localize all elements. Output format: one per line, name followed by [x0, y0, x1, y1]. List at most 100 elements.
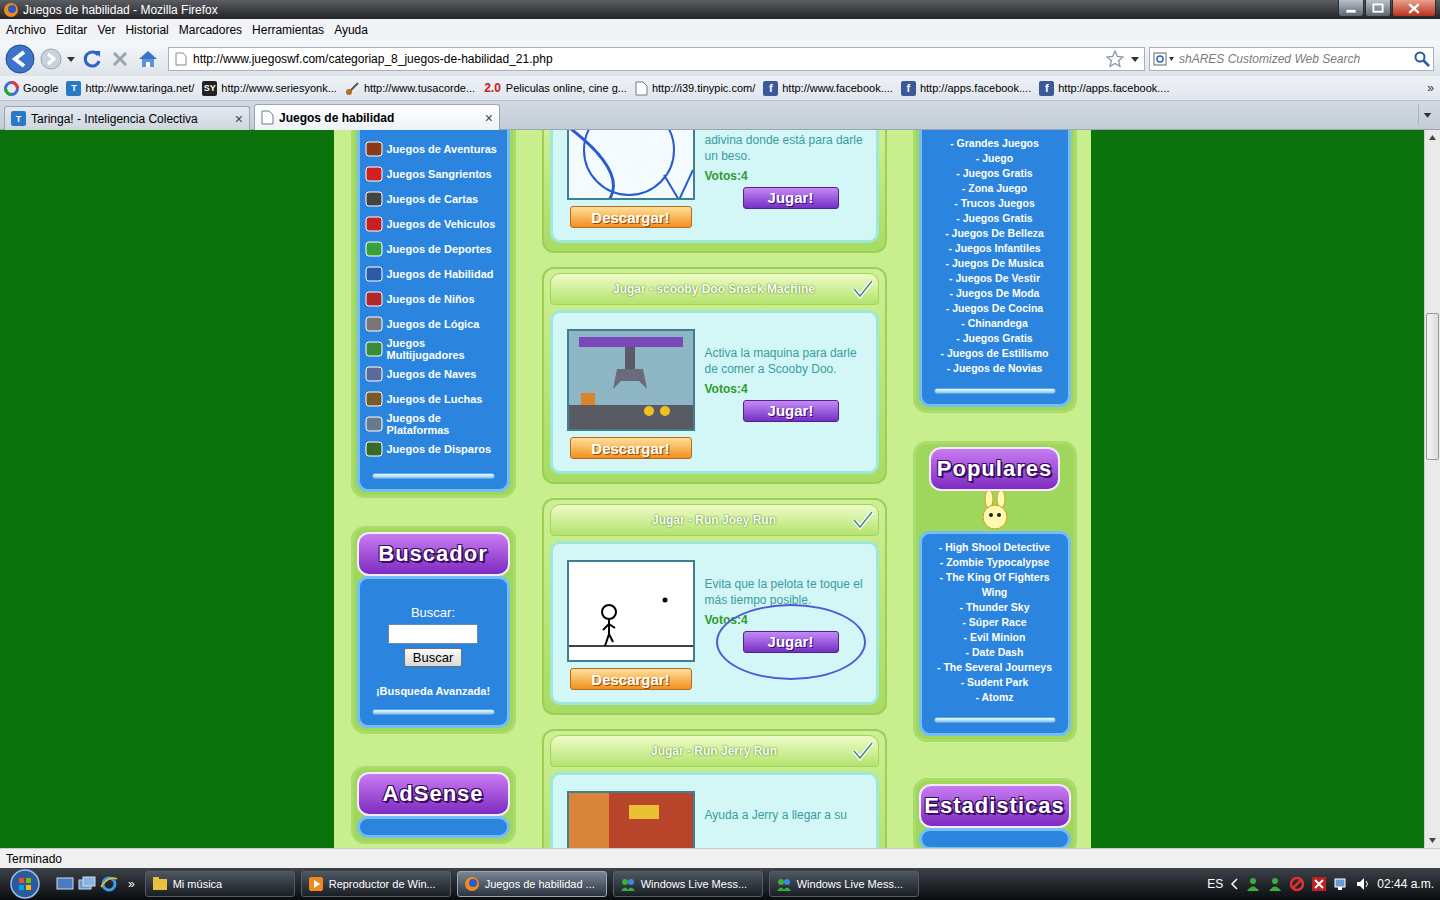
search-field[interactable]	[1179, 52, 1410, 66]
messenger-tray-icon[interactable]	[1267, 876, 1283, 892]
taskbar-button[interactable]: Windows Live Mess...	[769, 871, 919, 897]
category-label[interactable]: Juegos de Disparos	[387, 443, 492, 455]
download-button[interactable]: Descargar!	[570, 206, 692, 228]
partner-link[interactable]: - Chinandega	[926, 316, 1064, 331]
scroll-up-icon[interactable]	[1425, 130, 1440, 146]
bookmark[interactable]: fhttp://apps.facebook....	[1039, 81, 1169, 96]
bookmark-label[interactable]: http://www.tusacorde...	[364, 82, 475, 94]
taskbar-label[interactable]: Mi música	[173, 878, 223, 890]
advanced-search-link[interactable]: ¡Busqueda Avanzada!	[376, 685, 490, 697]
popular-game-link[interactable]: - Evil Minion	[926, 630, 1064, 645]
back-icon[interactable]	[4, 43, 36, 75]
bookmark-label[interactable]: http://i39.tinypic.com/	[652, 82, 755, 94]
scrollbar-thumb[interactable]	[1426, 313, 1439, 460]
category-link[interactable]: Juegos de Habilidad	[364, 261, 503, 286]
show-desktop-icon[interactable]	[56, 876, 74, 892]
bookmarks-overflow[interactable]: »	[1427, 81, 1434, 95]
popular-game-link[interactable]: - Sudent Park	[926, 675, 1064, 690]
partner-link[interactable]: - Zona Juego	[926, 181, 1064, 196]
taskbar-label[interactable]: Windows Live Mess...	[797, 878, 903, 890]
volume-tray-icon[interactable]	[1355, 876, 1371, 892]
play-button[interactable]: Jugar!	[743, 400, 839, 422]
minimize-icon[interactable]	[1338, 0, 1364, 17]
address-bar[interactable]: http://www.juegoswf.com/categoriap_8_jue…	[168, 47, 1145, 71]
search-box[interactable]	[1149, 47, 1434, 71]
menu-item[interactable]: Marcadores	[174, 23, 247, 37]
language-indicator[interactable]: ES	[1207, 877, 1223, 891]
category-link[interactable]: Juegos de Vehiculos	[364, 211, 503, 236]
search-magnifier-icon[interactable]	[1414, 51, 1430, 67]
download-button[interactable]: Descargar!	[570, 668, 692, 690]
category-link[interactable]: Juegos de Luchas	[364, 386, 503, 411]
bookmark-label[interactable]: http://apps.facebook....	[1058, 82, 1169, 94]
game-title[interactable]: Jugar - Run Joey Run	[579, 513, 850, 527]
category-label[interactable]: Juegos de Luchas	[387, 393, 483, 405]
category-label[interactable]: Juegos de Plataformas	[387, 412, 503, 436]
forward-icon[interactable]	[40, 48, 62, 70]
partner-link[interactable]: - Juegos De Belleza	[926, 226, 1064, 241]
category-label[interactable]: Juegos de Aventuras	[387, 143, 497, 155]
network-tray-icon[interactable]	[1333, 876, 1349, 892]
scroll-down-icon[interactable]	[1425, 832, 1440, 848]
tab-close[interactable]: ×	[485, 110, 493, 126]
bookmark[interactable]: Thttp://www.taringa.net/	[66, 81, 194, 96]
taskbar-button[interactable]: Windows Live Mess...	[613, 871, 763, 897]
menu-item[interactable]: Ayuda	[329, 23, 373, 37]
home-icon[interactable]	[136, 47, 160, 71]
bookmark[interactable]: fhttp://apps.facebook....	[901, 81, 1031, 96]
bookmark-label[interactable]: Google	[23, 82, 58, 94]
game-thumbnail[interactable]	[567, 329, 695, 431]
maximize-icon[interactable]	[1365, 0, 1391, 17]
partner-link[interactable]: - Juegos De Musica	[926, 256, 1064, 271]
category-link[interactable]: Juegos de Lógica	[364, 311, 503, 336]
menu-item[interactable]: Editar	[51, 23, 92, 37]
stop-icon[interactable]	[108, 47, 132, 71]
internet-explorer-icon[interactable]	[100, 875, 118, 893]
popular-game-link[interactable]: - Zombie Typocalypse	[926, 555, 1064, 570]
start-orb-icon[interactable]	[8, 868, 42, 900]
partner-link[interactable]: - Juegos de Novias	[926, 361, 1064, 376]
menu-item[interactable]: Archivo	[1, 23, 51, 37]
category-label[interactable]: Juegos de Niños	[387, 293, 475, 305]
close-icon[interactable]	[1392, 0, 1436, 17]
category-label[interactable]: Juegos Multijugadores	[387, 337, 503, 361]
partner-link[interactable]: - Juegos De Cocina	[926, 301, 1064, 316]
game-thumbnail[interactable]	[567, 130, 695, 200]
partner-link[interactable]: - Juegos Gratis	[926, 166, 1064, 181]
popular-game-link[interactable]: - Atomz	[926, 690, 1064, 705]
partner-link[interactable]: - Juegos Gratis	[926, 211, 1064, 226]
bookmark-label[interactable]: Peliculas online, cine g...	[506, 82, 627, 94]
tab[interactable]: Juegos de habilidad ×	[254, 104, 500, 130]
switch-windows-icon[interactable]	[78, 876, 96, 892]
tab-label[interactable]: Juegos de habilidad	[279, 111, 480, 125]
bookmark-star-icon[interactable]	[1106, 50, 1124, 68]
category-label[interactable]: Juegos de Habilidad	[387, 268, 494, 280]
scrollbar-track[interactable]	[1425, 146, 1440, 832]
category-link[interactable]: Juegos de Naves	[364, 361, 503, 386]
taskbar-button[interactable]: Juegos de habilidad ...	[457, 871, 607, 897]
partner-link[interactable]: - Juegos De Moda	[926, 286, 1064, 301]
bookmark-label[interactable]: http://www.facebook....	[782, 82, 893, 94]
category-link[interactable]: Juegos Sangrientos	[364, 161, 503, 186]
popular-game-link[interactable]: - Date Dash	[926, 645, 1064, 660]
card-header[interactable]: Jugar - Run Joey Run	[550, 504, 879, 536]
partner-link[interactable]: - Juegos Gratis	[926, 331, 1064, 346]
bookmark[interactable]: Google	[4, 81, 58, 96]
partner-link[interactable]: - Juegos Infantiles	[926, 241, 1064, 256]
tab[interactable]: TTaringa! - Inteligencia Colectiva×	[4, 106, 250, 130]
category-label[interactable]: Juegos de Lógica	[387, 318, 480, 330]
download-button[interactable]: Descargar!	[570, 437, 692, 459]
category-label[interactable]: Juegos de Cartas	[387, 193, 479, 205]
category-link[interactable]: Juegos de Plataformas	[364, 411, 503, 436]
popular-game-link[interactable]: - The King Of Fighters Wing	[926, 570, 1064, 600]
bookmark[interactable]: 2.0Peliculas online, cine g...	[483, 81, 627, 96]
search-button[interactable]: Buscar	[404, 648, 462, 667]
card-header[interactable]: Jugar - scooby Doo Snack Machine	[550, 273, 879, 305]
taskbar-button[interactable]: Mi música	[145, 871, 295, 897]
address-text[interactable]: http://www.juegoswf.com/categoriap_8_jue…	[193, 52, 1100, 66]
clock[interactable]: 02:44 a.m.	[1377, 877, 1434, 891]
game-title[interactable]: Jugar - Run Jerry Run	[579, 744, 850, 758]
popular-game-link[interactable]: - Thunder Sky	[926, 600, 1064, 615]
game-title[interactable]: Jugar - scooby Doo Snack Machine	[579, 282, 850, 296]
tab-label[interactable]: Taringa! - Inteligencia Colectiva	[31, 112, 230, 126]
